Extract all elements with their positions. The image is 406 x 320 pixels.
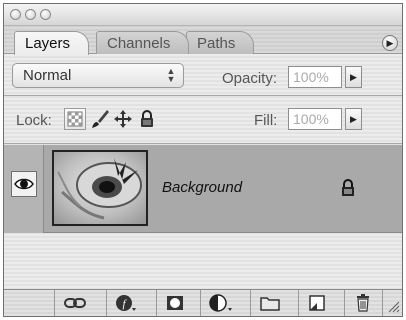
fill-field[interactable]: 100% <box>288 108 342 130</box>
lock-position-button[interactable] <box>112 108 134 130</box>
link-icon <box>64 298 86 308</box>
new-layer-icon <box>309 295 325 311</box>
new-group-button[interactable] <box>250 290 286 316</box>
resize-grip[interactable] <box>382 290 402 316</box>
lock-all-button[interactable] <box>136 108 158 130</box>
brush-icon <box>92 110 109 128</box>
folder-icon <box>260 297 280 311</box>
mask-icon <box>167 296 183 310</box>
padlock-icon <box>141 110 153 127</box>
lock-label: Lock: <box>16 112 52 129</box>
delete-layer-button[interactable] <box>344 290 380 316</box>
fill-slider-button[interactable]: ▶ <box>345 108 362 130</box>
opacity-slider-button[interactable]: ▶ <box>345 66 362 88</box>
layers-palette: Paths Channels Layers ▶ Normal ▲ ▼ Opacit… <box>3 3 403 317</box>
fill-label: Fill: <box>254 112 278 129</box>
tab-paths[interactable]: Paths <box>186 31 255 54</box>
visibility-cell <box>4 145 44 233</box>
eye-icon <box>14 178 34 190</box>
lock-transparency-button[interactable] <box>64 108 86 130</box>
zoom-window-button[interactable] <box>40 9 51 20</box>
new-layer-button[interactable] <box>298 290 334 316</box>
blend-mode-value: Normal <box>23 67 72 84</box>
play-arrow-icon: ▶ <box>386 38 394 48</box>
tab-strip: Paths Channels Layers ▶ <box>4 26 402 55</box>
layers-toolbar: f <box>4 289 402 316</box>
updown-arrows-icon: ▲ ▼ <box>166 66 176 84</box>
play-arrow-icon: ▶ <box>350 114 357 124</box>
move-arrows-icon <box>114 110 132 128</box>
palette-menu-button[interactable]: ▶ <box>382 35 398 51</box>
add-mask-button[interactable] <box>156 290 192 316</box>
lock-image-pixels-button[interactable] <box>89 108 111 130</box>
layer-lock-icon <box>340 179 356 202</box>
layer-name: Background <box>162 179 243 196</box>
trash-icon <box>357 294 369 312</box>
lock-row: Lock: Fill: 100% ▶ <box>4 97 402 143</box>
tab-channels[interactable]: Channels <box>96 31 190 54</box>
layer-row[interactable]: Background <box>4 145 402 233</box>
play-arrow-icon: ▶ <box>350 72 357 82</box>
layers-list: Background <box>4 145 402 291</box>
close-window-button[interactable] <box>10 9 21 20</box>
blend-mode-select[interactable]: Normal ▲ ▼ <box>12 63 184 88</box>
add-layer-style-button[interactable]: f <box>106 290 142 316</box>
opacity-field[interactable]: 100% <box>288 66 342 88</box>
opacity-label: Opacity: <box>222 70 278 87</box>
link-layers-button[interactable] <box>54 290 90 316</box>
divider <box>4 95 402 96</box>
layer-thumbnail-image <box>54 152 146 224</box>
visibility-toggle[interactable] <box>11 171 37 197</box>
new-adjustment-layer-button[interactable] <box>200 290 236 316</box>
tab-layers[interactable]: Layers <box>14 31 90 55</box>
layer-style-icon: f <box>116 295 136 311</box>
minimize-window-button[interactable] <box>25 9 36 20</box>
checkerboard-icon <box>67 111 83 127</box>
resize-grip-icon <box>388 301 400 313</box>
adjustment-icon <box>209 294 232 312</box>
layer-thumbnail[interactable] <box>52 150 148 226</box>
blend-row: Normal ▲ ▼ Opacity: 100% ▶ <box>4 55 402 95</box>
divider <box>4 143 402 144</box>
title-bar <box>4 4 402 26</box>
